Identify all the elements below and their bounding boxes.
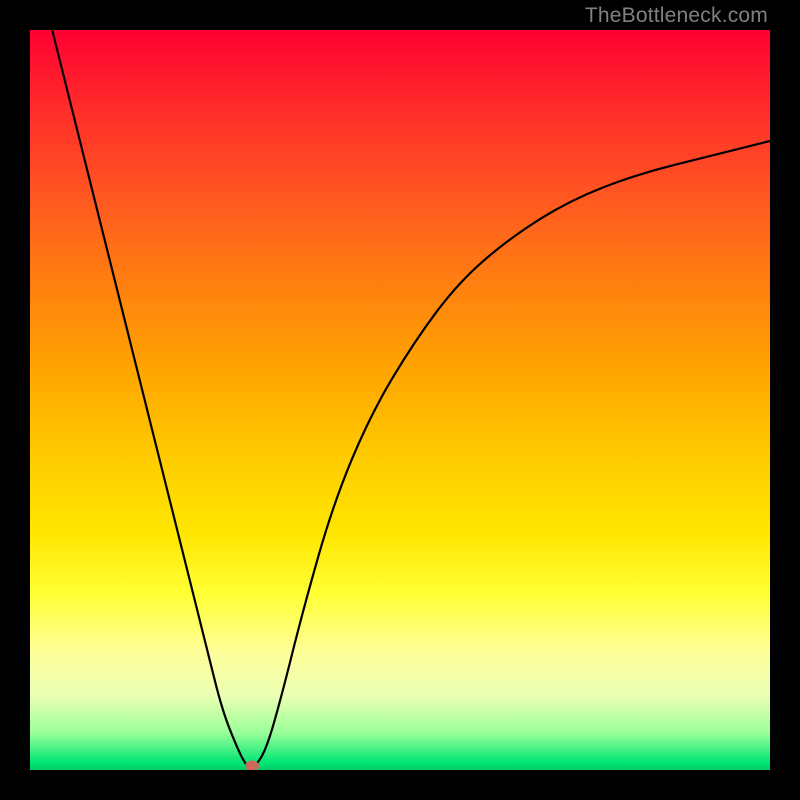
watermark-text: TheBottleneck.com xyxy=(585,4,768,28)
bottleneck-curve xyxy=(30,30,770,770)
chart-frame: TheBottleneck.com xyxy=(0,0,800,800)
optimal-point-marker xyxy=(245,761,259,770)
plot-area xyxy=(30,30,770,770)
